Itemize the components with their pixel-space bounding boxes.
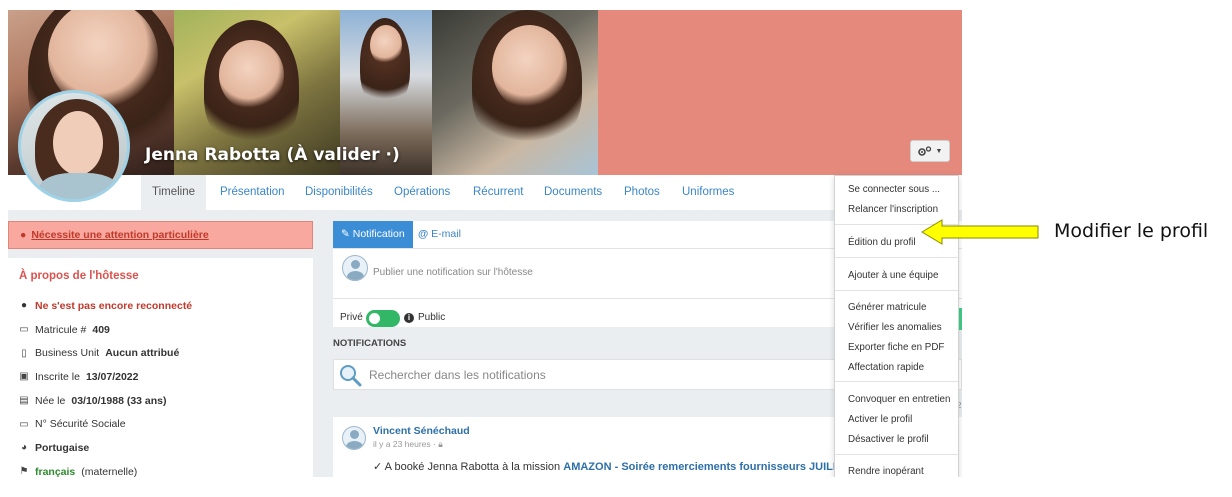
- feed-author[interactable]: Vincent Sénéchaud: [373, 425, 470, 437]
- alert-icon: ●: [20, 229, 27, 241]
- business-unit-row: ▯ Business Unit Aucun attribué: [19, 341, 313, 365]
- about-panel: À propos de l'hôtesse ● Ne s'est pas enc…: [8, 258, 313, 477]
- app-frame: Jenna Rabotta (À valider ·) ▼ Timeline P…: [8, 10, 962, 477]
- menu-item-resend-registration[interactable]: Relancer l'inscription: [848, 204, 938, 215]
- birthday-cake-icon: ▤: [19, 395, 29, 407]
- feed-message: ✓ A booké Jenna Rabotta à la mission AMA…: [373, 461, 854, 473]
- menu-item-interview[interactable]: Convoquer en entretien: [848, 394, 950, 405]
- menu-divider: [835, 290, 958, 291]
- tab-photos[interactable]: Photos: [624, 175, 660, 210]
- inscription-row: ▣ Inscrite le 13/07/2022: [19, 370, 139, 383]
- user-avatar-icon: [342, 255, 368, 281]
- exclamation-icon: ●: [20, 300, 28, 312]
- building-icon: ▯: [21, 347, 27, 359]
- language-row: ⚑ français (maternelle): [19, 465, 138, 477]
- annotation-arrow-icon: [921, 219, 1039, 245]
- avatar[interactable]: [18, 90, 130, 202]
- search-icon: [340, 365, 362, 387]
- public-label: i Public: [404, 312, 445, 323]
- matricule-row: ▭ Matricule # 409: [19, 323, 110, 336]
- cover-photo: [432, 10, 598, 175]
- menu-item-activate-profile[interactable]: Activer le profil: [848, 414, 912, 425]
- notification-input[interactable]: Publier une notification sur l'hôtesse: [373, 267, 533, 278]
- menu-item-make-inoperative[interactable]: Rendre inopérant: [848, 466, 924, 477]
- tab-timeline[interactable]: Timeline: [141, 175, 206, 210]
- reconnect-status: ● Ne s'est pas encore reconnecté: [20, 299, 193, 312]
- user-avatar-icon: [342, 426, 366, 450]
- calendar-icon: ▣: [19, 371, 29, 383]
- tab-notification[interactable]: ✎ Notification: [333, 221, 413, 248]
- gears-icon: [917, 145, 931, 156]
- attention-alert[interactable]: ● Nécessite une attention particulière: [8, 221, 313, 249]
- menu-divider: [835, 257, 958, 258]
- mission-link[interactable]: Soirée remerciements fournisseurs JUILLE…: [621, 461, 853, 473]
- notifications-section-title: NOTIFICATIONS: [333, 338, 407, 349]
- edit-icon: ✎: [341, 228, 350, 240]
- info-icon: i: [404, 312, 414, 323]
- caret-down-icon: ▼: [935, 147, 943, 155]
- menu-divider: [835, 381, 958, 382]
- client-link[interactable]: AMAZON: [563, 461, 611, 473]
- profile-tabs: Timeline Présentation Disponibilités Opé…: [8, 175, 962, 210]
- private-label: Privé: [340, 312, 363, 323]
- visibility-toggle[interactable]: [366, 310, 400, 327]
- tab-recurrent[interactable]: Récurrent: [473, 175, 524, 210]
- menu-item-deactivate-profile[interactable]: Désactiver le profil: [848, 434, 929, 445]
- menu-item-add-to-team[interactable]: Ajouter à une équipe: [848, 270, 938, 281]
- cover-color-block: [598, 10, 962, 175]
- tab-presentation[interactable]: Présentation: [220, 175, 285, 210]
- menu-item-export-pdf[interactable]: Exporter fiche en PDF: [848, 342, 944, 353]
- lock-icon: 🔒︎: [438, 439, 443, 449]
- menu-item-connect-as[interactable]: Se connecter sous ...: [848, 184, 940, 195]
- feed-time: il y a 23 heures · 🔒︎: [373, 439, 443, 449]
- tab-operations[interactable]: Opérations: [394, 175, 450, 210]
- alert-label: Nécessite une attention particulière: [31, 229, 209, 241]
- tab-disponibilites[interactable]: Disponibilités: [305, 175, 373, 210]
- id-card-icon: ▭: [19, 324, 29, 336]
- social-security-row: ▭ N° Sécurité Sociale: [19, 418, 126, 431]
- tab-documents[interactable]: Documents: [544, 175, 602, 210]
- tab-uniformes[interactable]: Uniformes: [682, 175, 734, 210]
- flag-icon: ⚑: [19, 466, 29, 477]
- globe-icon: ◕: [20, 442, 28, 454]
- tab-email[interactable]: @ E-mail: [410, 221, 469, 248]
- annotation-text: Modifier le profil: [1054, 220, 1209, 242]
- menu-item-check-anomalies[interactable]: Vérifier les anomalies: [848, 322, 942, 333]
- about-title: À propos de l'hôtesse: [19, 270, 139, 282]
- settings-dropdown-button[interactable]: ▼: [910, 140, 950, 162]
- at-icon: @: [418, 228, 429, 240]
- profile-name: Jenna Rabotta (À valider ·): [145, 145, 400, 165]
- check-icon: ✓: [373, 461, 383, 473]
- menu-item-generate-matricule[interactable]: Générer matricule: [848, 302, 926, 313]
- nationality-row: ◕ Portugaise: [20, 441, 90, 454]
- menu-divider: [835, 454, 958, 455]
- menu-item-quick-assign[interactable]: Affectation rapide: [848, 362, 924, 373]
- menu-item-edit-profile[interactable]: Édition du profil: [848, 237, 916, 248]
- birthdate-row: ▤ Née le 03/10/1988 (33 ans): [19, 394, 167, 407]
- id-card-icon: ▭: [19, 418, 29, 430]
